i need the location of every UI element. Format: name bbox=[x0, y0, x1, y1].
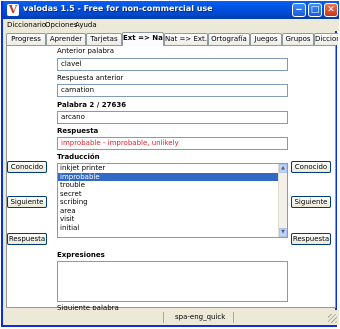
tab-panel: Anterior palabra clavel Respuesta anteri… bbox=[6, 45, 336, 312]
respuesta-button-left[interactable]: Respuesta bbox=[7, 233, 47, 245]
status-bar: spa-eng_quick bbox=[3, 310, 339, 325]
list-item[interactable]: visit bbox=[58, 215, 287, 224]
conocido-button-right[interactable]: Conocido bbox=[291, 161, 331, 173]
scroll-up-icon[interactable]: ▲ bbox=[279, 164, 287, 173]
expresiones-label: Expresiones bbox=[57, 251, 105, 259]
traduccion-label: Traducción bbox=[57, 153, 100, 161]
tab-juegos[interactable]: Juegos bbox=[250, 33, 282, 45]
menu-ayuda[interactable]: Ayuda bbox=[75, 20, 97, 30]
respuesta-anterior-label: Respuesta anterior bbox=[57, 74, 124, 82]
menu-diccionario[interactable]: Diccionario bbox=[7, 20, 46, 30]
tab-strip: Progress Aprender Tarjetas Ext => Nat Na… bbox=[6, 32, 338, 46]
anterior-palabra-label: Anterior palabra bbox=[57, 47, 115, 55]
minimize-icon: ‒ bbox=[295, 5, 303, 15]
title-bar[interactable]: V valodas 1.5 - Free for non-commercial … bbox=[3, 1, 339, 19]
tab-nat-ext[interactable]: Nat => Ext. bbox=[164, 33, 208, 45]
siguiente-button-right[interactable]: Siguiente bbox=[291, 196, 331, 208]
list-item[interactable]: secret bbox=[58, 190, 287, 199]
status-divider bbox=[233, 312, 234, 323]
palabra-field[interactable]: arcano bbox=[57, 111, 288, 124]
status-dictionary: spa-eng_quick bbox=[175, 313, 226, 321]
tab-diccionario[interactable]: Diccionar bbox=[314, 33, 338, 45]
close-icon: ✕ bbox=[327, 5, 335, 15]
list-item[interactable]: initial bbox=[58, 224, 287, 233]
respuesta-anterior-field[interactable]: carnation bbox=[57, 84, 288, 97]
tab-tarjetas[interactable]: Tarjetas bbox=[86, 33, 122, 45]
tab-progress[interactable]: Progress bbox=[6, 33, 46, 45]
expresiones-textarea[interactable] bbox=[57, 261, 288, 302]
palabra-label: Palabra 2 / 27636 bbox=[57, 101, 127, 109]
list-item[interactable]: scribing bbox=[58, 198, 287, 207]
tab-aprender[interactable]: Aprender bbox=[46, 33, 86, 45]
respuesta-field[interactable]: improbable - improbable, unlikely bbox=[57, 137, 288, 150]
respuesta-label: Respuesta bbox=[57, 127, 99, 135]
anterior-palabra-field[interactable]: clavel bbox=[57, 58, 288, 71]
close-button[interactable]: ✕ bbox=[324, 3, 338, 17]
maximize-button[interactable]: □ bbox=[308, 3, 322, 17]
minimize-button[interactable]: ‒ bbox=[292, 3, 306, 17]
list-item[interactable]: area bbox=[58, 207, 287, 216]
tab-ortografia[interactable]: Ortografía bbox=[208, 33, 250, 45]
list-scrollbar[interactable]: ▲ ▼ bbox=[278, 164, 287, 237]
app-window: V valodas 1.5 - Free for non-commercial … bbox=[1, 1, 339, 327]
conocido-button-left[interactable]: Conocido bbox=[7, 161, 47, 173]
list-item[interactable]: inkjet printer bbox=[58, 164, 287, 173]
scroll-down-icon[interactable]: ▼ bbox=[279, 228, 287, 237]
siguiente-button-left[interactable]: Siguiente bbox=[7, 196, 47, 208]
menu-bar: Diccionario Opciones Ayuda bbox=[3, 19, 339, 31]
traduccion-listbox[interactable]: inkjet printer improbable trouble secret… bbox=[57, 163, 288, 238]
list-item[interactable]: trouble bbox=[58, 181, 287, 190]
app-logo-icon: V bbox=[7, 3, 19, 16]
status-divider bbox=[163, 312, 164, 323]
respuesta-button-right[interactable]: Respuesta bbox=[291, 233, 331, 245]
tab-ext-nat[interactable]: Ext => Nat bbox=[122, 32, 164, 46]
resize-grip-icon[interactable] bbox=[328, 314, 337, 323]
window-title: valodas 1.5 - Free for non-commercial us… bbox=[23, 4, 213, 13]
tab-grupos[interactable]: Grupos bbox=[282, 33, 314, 45]
list-item-selected[interactable]: improbable bbox=[58, 172, 287, 181]
maximize-icon: □ bbox=[310, 5, 320, 15]
menu-opciones[interactable]: Opciones bbox=[45, 20, 77, 30]
